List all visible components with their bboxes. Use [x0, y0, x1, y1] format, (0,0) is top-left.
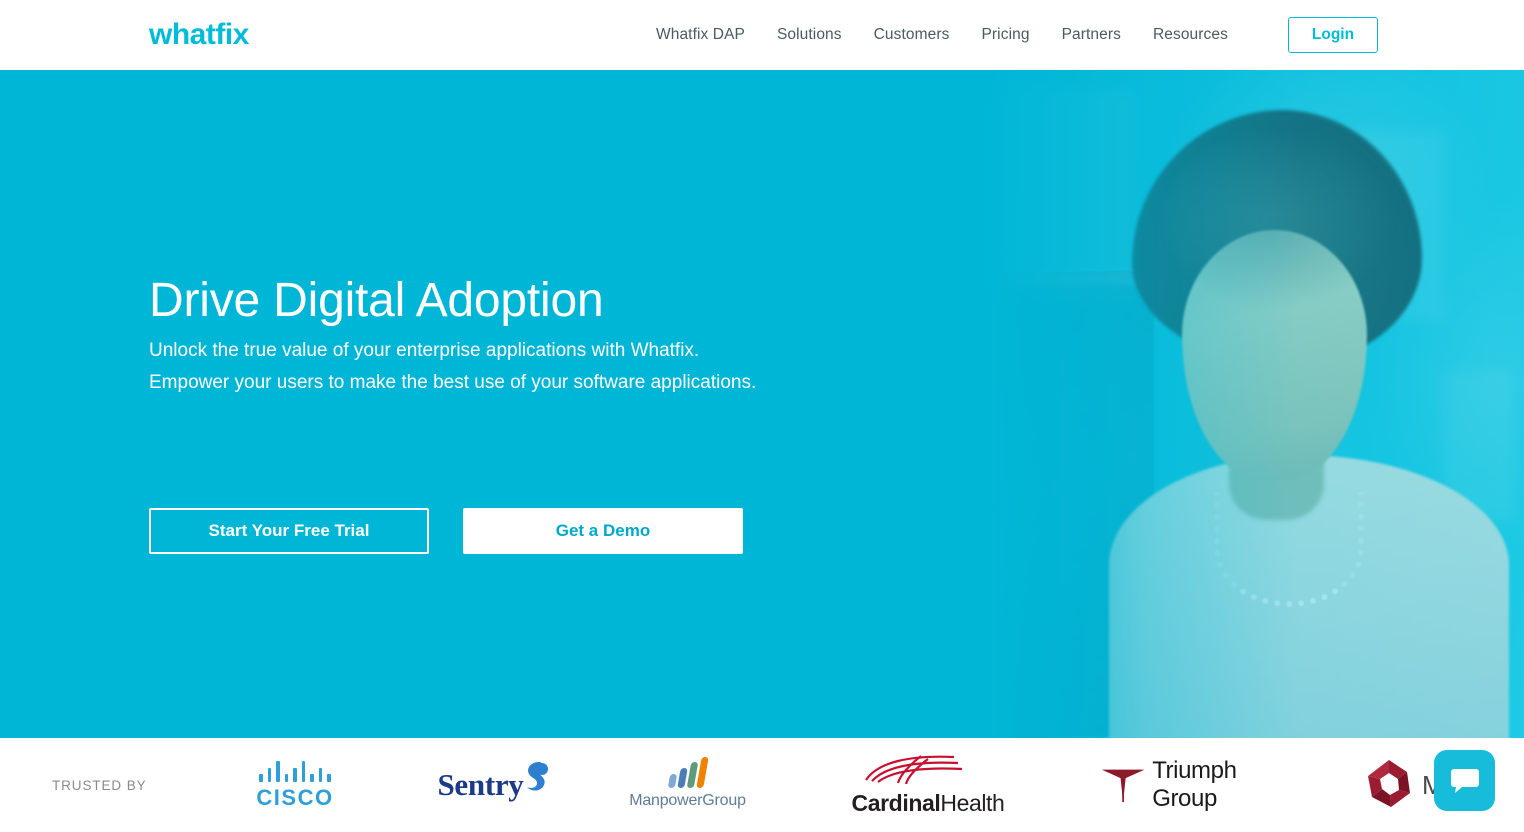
main-navigation: Whatfix DAP Solutions Customers Pricing …: [640, 0, 1244, 70]
nav-item-resources[interactable]: Resources: [1137, 26, 1244, 44]
landing-page: whatfix Whatfix DAP Solutions Customers …: [0, 0, 1524, 832]
nav-item-pricing[interactable]: Pricing: [965, 26, 1045, 44]
hero-section: Drive Digital Adoption Unlock the true v…: [0, 70, 1524, 738]
hero-title: Drive Digital Adoption: [149, 274, 604, 327]
trusted-by-bar: TRUSTED BY CISCO Sentry ManpowerGroup Ca…: [0, 738, 1524, 832]
start-free-trial-button[interactable]: Start Your Free Trial: [149, 508, 429, 554]
whatfix-logo[interactable]: whatfix: [149, 18, 249, 52]
cisco-bars-icon: [235, 760, 355, 782]
logo-sentry[interactable]: Sentry: [430, 738, 555, 832]
login-button[interactable]: Login: [1288, 17, 1378, 53]
manpowergroup-wordmark: ManpowerGroup: [629, 792, 746, 809]
partial-logo-icon: [1368, 760, 1410, 807]
hero-photo: [624, 70, 1524, 738]
sentry-swoosh-icon: [522, 762, 548, 801]
logo-cisco[interactable]: CISCO: [235, 738, 355, 832]
sentry-wordmark: Sentry: [437, 767, 524, 802]
nav-item-whatfix-dap[interactable]: Whatfix DAP: [640, 26, 761, 44]
cisco-wordmark: CISCO: [256, 784, 334, 810]
cardinal-bold: Cardinal: [851, 789, 941, 816]
manpowergroup-bars-icon: [629, 757, 746, 788]
hero-color-overlay: [624, 70, 1524, 738]
chat-widget-button[interactable]: [1434, 750, 1495, 811]
trusted-by-label: TRUSTED BY: [52, 778, 147, 793]
triumph-group-wordmark: Triumph Group: [1152, 757, 1237, 812]
get-a-demo-button[interactable]: Get a Demo: [463, 508, 743, 554]
site-header: whatfix Whatfix DAP Solutions Customers …: [0, 0, 1524, 70]
hero-subtitle: Unlock the true value of your enterprise…: [149, 340, 757, 393]
logo-cardinal-health[interactable]: CardinalHealth: [838, 738, 1018, 832]
chat-bubble-icon: [1450, 768, 1479, 793]
cardinal-health-wordmark: CardinalHealth: [852, 790, 1005, 817]
nav-item-customers[interactable]: Customers: [858, 26, 966, 44]
nav-item-solutions[interactable]: Solutions: [761, 26, 858, 44]
cardinal-bird-icon: [865, 754, 963, 784]
logo-triumph-group[interactable]: Triumph Group: [1100, 738, 1285, 832]
health-light: Health: [940, 789, 1005, 816]
hero-left-panel: [0, 70, 640, 738]
nav-item-partners[interactable]: Partners: [1046, 26, 1137, 44]
triumph-t-icon: [1101, 769, 1145, 803]
hero-cta-row: Start Your Free Trial Get a Demo: [149, 508, 743, 554]
logo-manpowergroup[interactable]: ManpowerGroup: [615, 738, 760, 832]
